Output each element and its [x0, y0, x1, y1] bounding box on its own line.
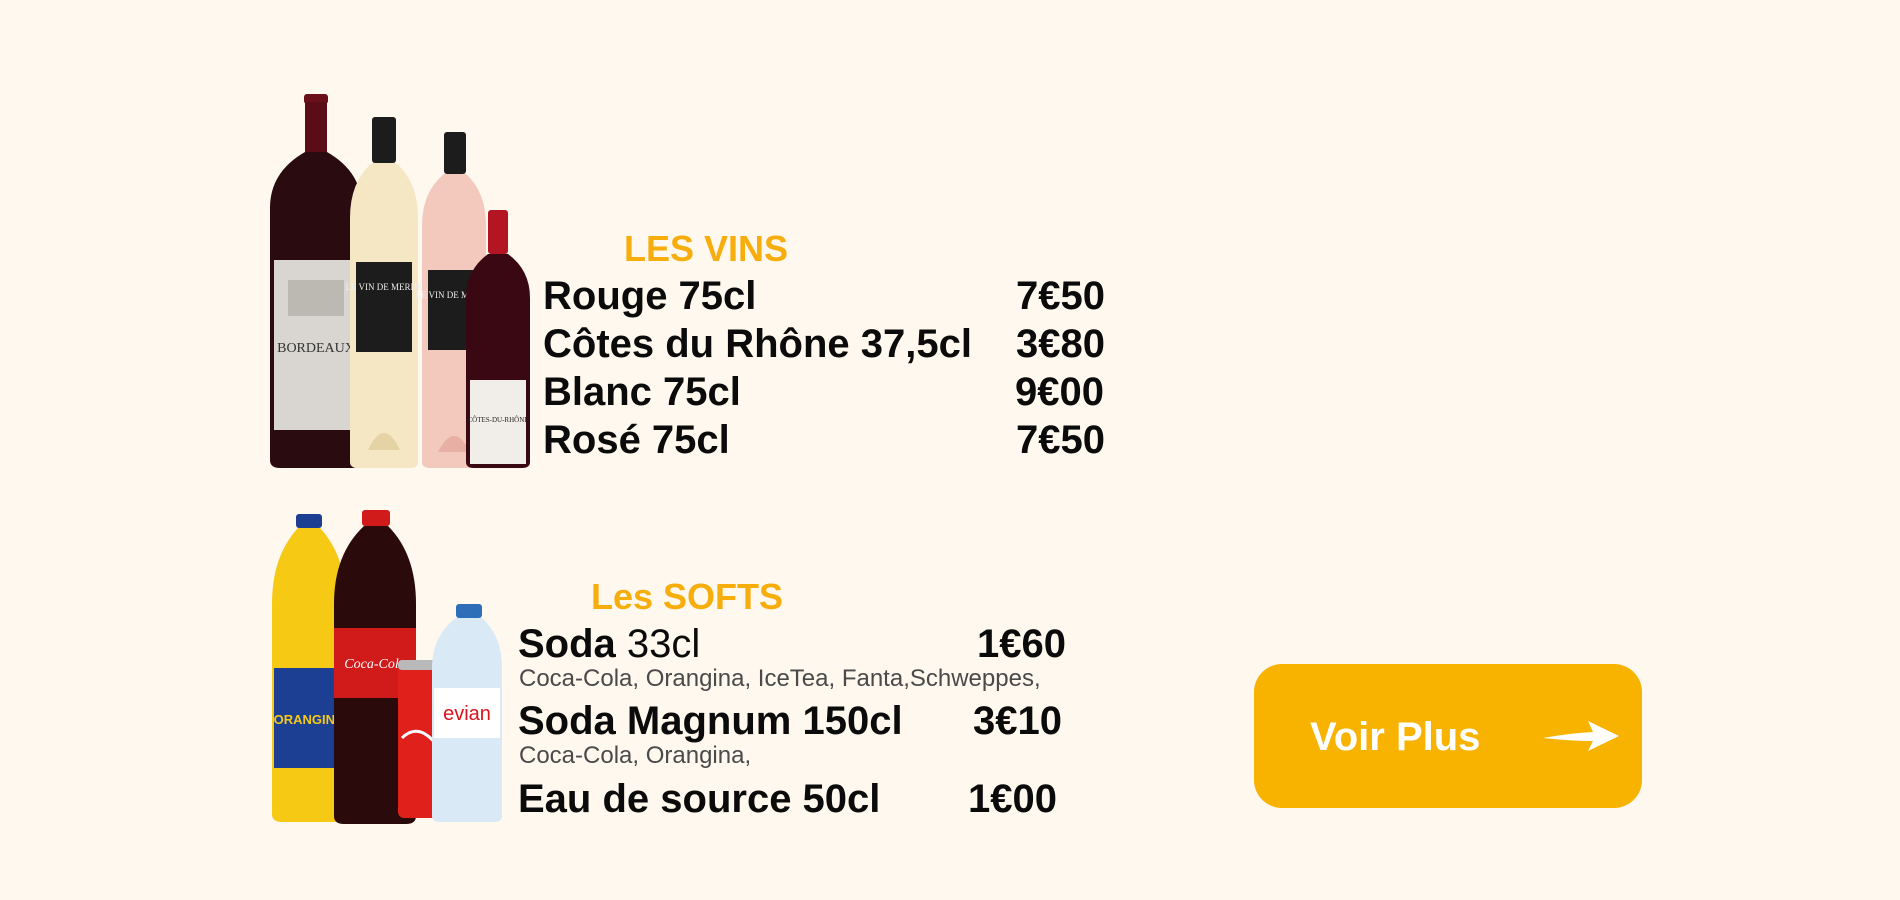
wine-item-price: 7€50	[1016, 418, 1105, 462]
evian-label: evian	[443, 703, 491, 725]
evian-bottle: evian	[432, 604, 502, 822]
soft-item-name-size: 33cl	[615, 622, 701, 666]
wine-item: Blanc 75cl 9€00	[543, 368, 1104, 416]
wines-image: BORDEAUX LE VIN DE MERDE LE VIN DE MERDE…	[266, 90, 536, 470]
wine-item-price: 7€50	[1016, 274, 1105, 318]
soft-item-description: Coca-Cola, Orangina,	[519, 742, 752, 769]
wine-item-price: 9€00	[1015, 370, 1104, 414]
wine-item-price: 3€80	[1016, 322, 1105, 366]
wine-item-name: Rosé 75cl	[543, 418, 730, 462]
wine-item: Rosé 75cl 7€50	[543, 416, 1105, 464]
white-wine-label: LE VIN DE MERDE	[345, 282, 423, 292]
soft-item-name: Soda Magnum 150cl	[518, 699, 903, 743]
soft-item-name: Soda 33cl	[518, 620, 700, 668]
soft-item: Eau de source 50cl 1€00	[518, 775, 1057, 823]
wine-item-name: Blanc 75cl	[543, 370, 741, 414]
wine-item-name: Côtes du Rhône 37,5cl	[543, 322, 972, 366]
soft-item-price: 1€60	[977, 622, 1066, 666]
bordeaux-label: BORDEAUX	[277, 341, 355, 356]
soft-item-price: 3€10	[973, 699, 1062, 743]
voir-plus-button[interactable]: Voir Plus	[1254, 664, 1642, 808]
softs-image: ORANGINA Coca-Cola evian	[266, 508, 502, 826]
soft-item-description: Coca-Cola, Orangina, IceTea, Fanta,Schwe…	[519, 665, 1041, 692]
bordeaux-bottle: BORDEAUX	[270, 94, 362, 468]
voir-plus-label: Voir Plus	[1310, 715, 1481, 759]
arrow-right-icon	[1541, 716, 1621, 761]
wine-item-name: Rouge 75cl	[543, 274, 757, 318]
cotes-label: CÔTES-DU-RHÔNE	[467, 416, 528, 424]
soft-item: Soda Magnum 150cl 3€10	[518, 697, 1062, 745]
wine-item: Côtes du Rhône 37,5cl 3€80	[543, 320, 1105, 368]
soft-item-price: 1€00	[968, 777, 1057, 821]
softs-title: Les SOFTS	[591, 576, 784, 617]
soft-item-name: Eau de source 50cl	[518, 777, 881, 821]
white-wine-bottle: LE VIN DE MERDE	[345, 117, 423, 468]
soft-item-name-main: Soda	[518, 622, 616, 666]
soft-item: Soda 33cl 1€60	[518, 620, 1066, 668]
wines-title: LES VINS	[624, 228, 789, 269]
coca-label: Coca-Cola	[344, 657, 405, 672]
wine-item: Rouge 75cl 7€50	[543, 272, 1105, 320]
